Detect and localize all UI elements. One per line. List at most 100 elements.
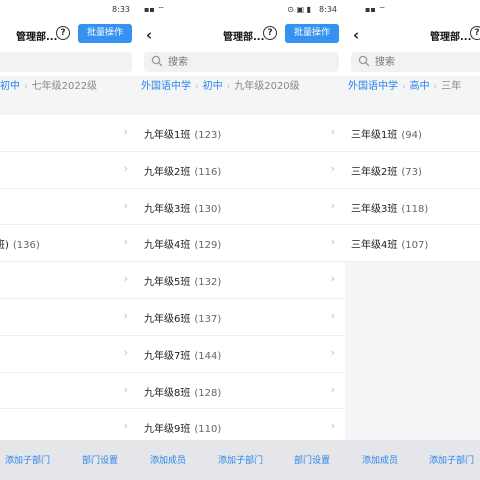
list-item[interactable]: ›	[0, 262, 138, 299]
screenshot-panel-1: 8:33 ‹ 管理部... ? 批量操作 初中 › 七年级2022级 › › › 班…	[0, 0, 138, 480]
member-count: (129)	[194, 240, 222, 252]
list-item[interactable]: ›	[0, 372, 138, 410]
list-item[interactable]: 九年级4班 (129) ›	[138, 225, 345, 263]
help-icon[interactable]: ?	[263, 26, 277, 40]
list-item[interactable]: 班)(136) ›	[0, 225, 138, 263]
status-icons: ⊙ ▣ ▮	[287, 5, 311, 14]
chevron-right-icon: ›	[330, 419, 335, 433]
department-list: 三年级1班 (94) 三年级2班 (73) 三年级3班 (118) 三年级4班 (107…	[345, 115, 480, 263]
list-item[interactable]: 三年级2班 (73)	[345, 151, 480, 189]
list-item[interactable]: ›	[0, 298, 138, 336]
class-name: 九年级2班	[144, 166, 191, 178]
search-input[interactable]	[375, 54, 480, 70]
screenshot-panel-3: ▪▪ ⌔ ‹ 管理部... ? 外国语中学›高中›三年 三年级1班(94) 三年…	[345, 0, 480, 480]
page-title: 管理部...	[223, 32, 265, 43]
chevron-right-icon: ›	[330, 272, 335, 286]
list-item[interactable]: 九年级8班 (128) ›	[138, 372, 345, 410]
bottom-toolbar: 添加成员 添加子部门	[345, 440, 480, 480]
page-title: 管理部...	[430, 32, 472, 43]
search-bar[interactable]	[0, 52, 132, 72]
member-count: (118)	[401, 203, 429, 215]
list-item[interactable]: 三年级4班 (107)	[345, 225, 480, 263]
chevron-right-icon: ›	[123, 419, 128, 433]
chevron-right-icon: ›	[123, 125, 128, 138]
class-name: 九年级3班	[144, 203, 191, 215]
batch-operation-button[interactable]: 批量操作	[78, 24, 132, 43]
list-item[interactable]: ›	[0, 188, 138, 226]
breadcrumb-item[interactable]: 外国语中学	[141, 81, 191, 92]
bottom-toolbar: 添加子部门 部门设置	[0, 440, 138, 480]
breadcrumb-current: 七年级2022级	[31, 81, 98, 92]
add-member-button[interactable]: 添加成员	[150, 453, 186, 466]
member-count: (123)	[194, 130, 222, 141]
status-bar: 8:33	[0, 0, 138, 20]
add-sub-department-button[interactable]: 添加子部门	[218, 453, 263, 466]
class-name: 班)	[0, 240, 9, 252]
search-input[interactable]	[0, 54, 101, 70]
class-name: 三年级2班	[351, 166, 398, 178]
screenshot-panel-2: ▪▪ ⌔ ⊙ ▣ ▮ 8:34 ‹ 管理部... ? 批量操作 外国语中学›初中…	[138, 0, 345, 480]
chevron-right-icon: ›	[330, 125, 335, 138]
search-icon	[358, 55, 370, 67]
chevron-right-icon: ›	[123, 198, 128, 212]
chevron-right-icon: ›	[123, 272, 128, 286]
department-settings-button[interactable]: 部门设置	[82, 453, 118, 466]
add-sub-department-button[interactable]: 添加子部门	[429, 453, 474, 466]
search-bar[interactable]	[351, 52, 480, 72]
chevron-right-icon: ›	[123, 382, 128, 396]
signal-icon: ▪▪ ⌔	[144, 5, 165, 14]
status-time: 8:33	[112, 5, 130, 14]
breadcrumb-item[interactable]: 外国语中学	[348, 81, 398, 92]
department-list: › › › 班)(136) › › › › › ›	[0, 115, 138, 447]
search-bar[interactable]	[144, 52, 339, 72]
breadcrumb: 外国语中学 › 初中 › 九年级2020级	[138, 76, 345, 98]
page-title: 管理部...	[16, 32, 58, 43]
back-arrow-icon[interactable]: ‹	[353, 26, 359, 44]
member-count: (144)	[194, 350, 222, 362]
list-item[interactable]: 三年级1班 (94)	[345, 115, 480, 152]
list-item[interactable]: 九年级1班 (123) ›	[138, 115, 345, 152]
list-item[interactable]: 三年级3班 (118)	[345, 188, 480, 226]
list-item[interactable]: ›	[0, 335, 138, 373]
app-header: ‹ 管理部... ? 批量操作	[0, 20, 138, 48]
back-arrow-icon[interactable]: ‹	[146, 26, 152, 44]
member-count: (128)	[194, 387, 222, 399]
chevron-right-icon: ›	[123, 161, 128, 175]
add-sub-department-button[interactable]: 添加子部门	[5, 453, 50, 466]
department-list: 九年级1班 (123) › 九年级2班 (116) › 九年级3班 (130) › 九年级4…	[138, 115, 345, 447]
breadcrumb-current: 三年	[441, 81, 462, 92]
member-count: (130)	[194, 203, 222, 215]
help-icon[interactable]: ?	[56, 26, 70, 40]
breadcrumb-current: 九年级2020级	[234, 81, 300, 92]
status-bar: ▪▪ ⌔	[345, 0, 480, 20]
breadcrumb: 外国语中学 › 高中 › 三年	[345, 76, 480, 98]
add-member-button[interactable]: 添加成员	[362, 453, 398, 466]
class-name: 九年级5班	[144, 277, 191, 289]
list-item[interactable]: 九年级5班 (132) ›	[138, 262, 345, 299]
class-name: 三年级3班	[351, 203, 398, 215]
help-icon[interactable]: ?	[470, 26, 480, 40]
breadcrumb-item[interactable]: 初中	[0, 81, 20, 92]
department-settings-button[interactable]: 部门设置	[294, 453, 330, 466]
search-input[interactable]	[168, 54, 308, 70]
class-name: 九年级9班	[144, 424, 191, 436]
member-count: (107)	[401, 240, 429, 252]
list-item[interactable]: ›	[0, 151, 138, 189]
status-time: 8:34	[319, 5, 337, 14]
breadcrumb-item[interactable]: 初中	[203, 81, 223, 92]
list-item[interactable]: 九年级2班 (116) ›	[138, 151, 345, 189]
batch-operation-button[interactable]: 批量操作	[285, 24, 339, 43]
list-item[interactable]: 九年级6班 (137) ›	[138, 298, 345, 336]
status-bar: ▪▪ ⌔ ⊙ ▣ ▮ 8:34	[138, 0, 345, 20]
member-count: (136)	[12, 240, 40, 252]
class-name: 九年级7班	[144, 350, 191, 362]
search-icon	[151, 55, 163, 67]
list-item[interactable]: 九年级7班 (144) ›	[138, 335, 345, 373]
chevron-right-icon: ›	[330, 161, 335, 175]
member-count: (137)	[194, 313, 222, 325]
list-item[interactable]: 九年级3班 (130) ›	[138, 188, 345, 226]
breadcrumb-item[interactable]: 高中	[410, 81, 430, 92]
chevron-right-icon: ›	[330, 235, 335, 249]
app-header: ‹ 管理部... ?	[345, 20, 480, 48]
list-item[interactable]: ›	[0, 115, 138, 152]
